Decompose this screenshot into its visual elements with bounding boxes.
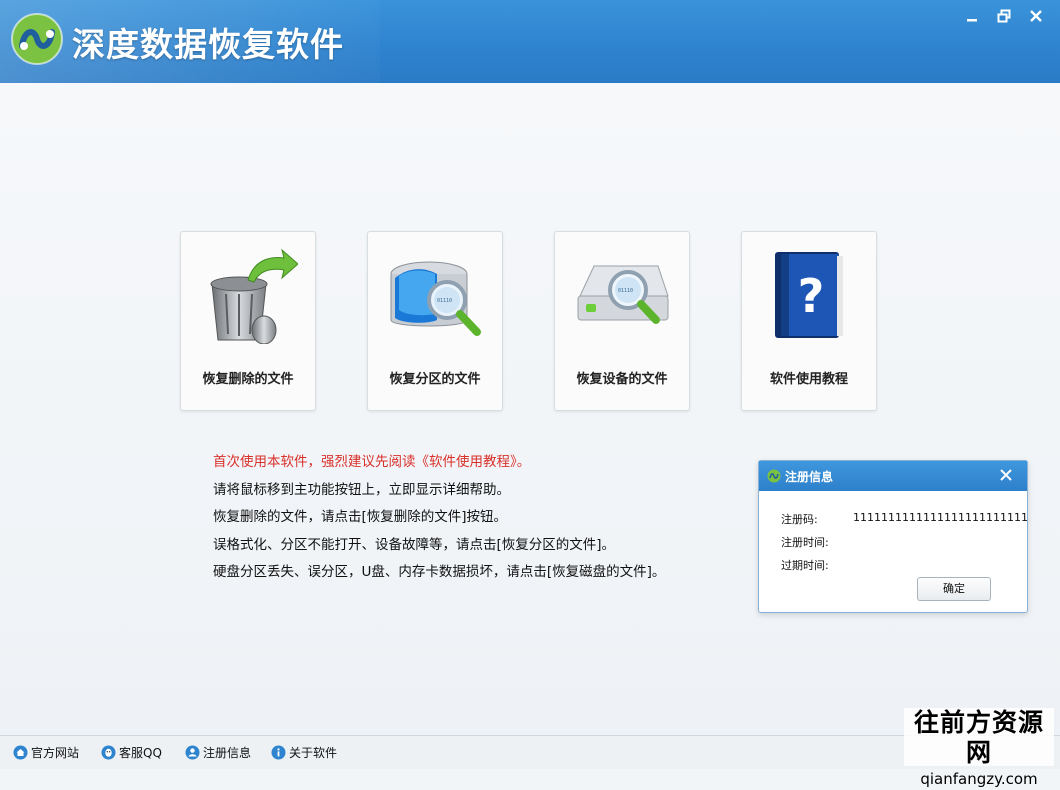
reg-code-value: 1111111111111111111111111 [853,511,1028,524]
partition-search-icon: 01110 [390,261,481,336]
svg-text:?: ? [798,269,825,323]
registration-info-label: 注册信息 [203,746,252,760]
help-line: 恢复删除的文件，请点击[恢复删除的文件]按钮。 [213,509,508,525]
help-book-icon: ? [775,252,843,338]
expire-time-label: 过期时间: [781,559,829,572]
registration-info-link[interactable]: 注册信息 [185,744,251,761]
close-icon [1030,10,1042,22]
restore-button[interactable] [990,4,1018,28]
watermark-cn: 往前方资源网 [913,708,1044,767]
recover-device-label: 恢复设备的文件 [576,372,668,387]
trash-recover-icon [210,248,298,344]
device-search-icon: 01110 [577,265,669,324]
app-logo-icon [767,469,781,483]
info-icon [271,745,286,760]
reg-time-label: 注册时间: [781,536,829,549]
app-title: 深度数据恢复软件 [72,25,344,64]
help-line: 硬盘分区丢失、误分区，U盘、内存卡数据损坏，请点击[恢复磁盘的文件]。 [213,564,666,580]
support-qq-link[interactable]: 客服QQ [101,744,162,761]
watermark-en: qianfangzy.com [920,770,1038,788]
close-button[interactable] [1022,4,1050,28]
home-icon [13,745,28,760]
tutorial-label: 软件使用教程 [769,372,848,387]
support-qq-label: 客服QQ [119,746,162,760]
title-bar: 深度数据恢复软件 [0,0,1060,83]
about-software-label: 关于软件 [289,746,338,760]
official-site-label: 官方网站 [31,746,80,760]
svg-text:01110: 01110 [437,298,452,304]
main-area: 恢复删除的文件 01110 恢复分区的文件 01110 恢复设备的文件 ? 软件… [0,83,1060,735]
help-warning-line: 首次使用本软件，强烈建议先阅读《软件使用教程》。 [213,454,531,470]
recover-device-button[interactable]: 01110 恢复设备的文件 [554,231,690,411]
about-software-link[interactable]: 关于软件 [271,744,337,761]
minimize-button[interactable] [958,4,986,28]
qq-icon [101,745,116,760]
official-site-link[interactable]: 官方网站 [13,744,79,761]
help-line: 请将鼠标移到主功能按钮上，立即显示详细帮助。 [213,481,510,498]
status-bar: 官方网站 客服QQ 注册信息 关于软件 [0,735,1060,769]
recover-partition-button[interactable]: 01110 恢复分区的文件 [367,231,503,411]
recover-partition-label: 恢复分区的文件 [389,372,481,387]
recover-deleted-button[interactable]: 恢复删除的文件 [180,231,316,411]
ok-button[interactable]: 确定 [917,577,991,601]
help-line: 误格式化、分区不能打开、设备故障等，请点击[恢复分区的文件]。 [213,536,616,553]
svg-text:01110: 01110 [618,288,633,294]
watermark: 往前方资源网 qianfangzy.com [904,708,1054,788]
window-controls [958,4,1050,28]
restore-icon [997,9,1011,23]
app-logo-icon [11,13,63,65]
recover-deleted-label: 恢复删除的文件 [202,372,294,387]
user-icon [185,745,200,760]
registration-dialog: 注册信息 注册码: 1111111111111111111111111 注册时间… [758,460,1028,613]
reg-code-label: 注册码: [781,513,818,526]
minimize-icon [967,19,977,22]
tutorial-button[interactable]: ? 软件使用教程 [741,231,877,411]
dialog-title: 注册信息 [785,470,834,484]
dialog-close-icon[interactable] [997,466,1015,484]
dialog-header: 注册信息 [759,461,1027,491]
help-text-block: 首次使用本软件，强烈建议先阅读《软件使用教程》。 请将鼠标移到主功能按钮上，立即… [213,449,665,587]
